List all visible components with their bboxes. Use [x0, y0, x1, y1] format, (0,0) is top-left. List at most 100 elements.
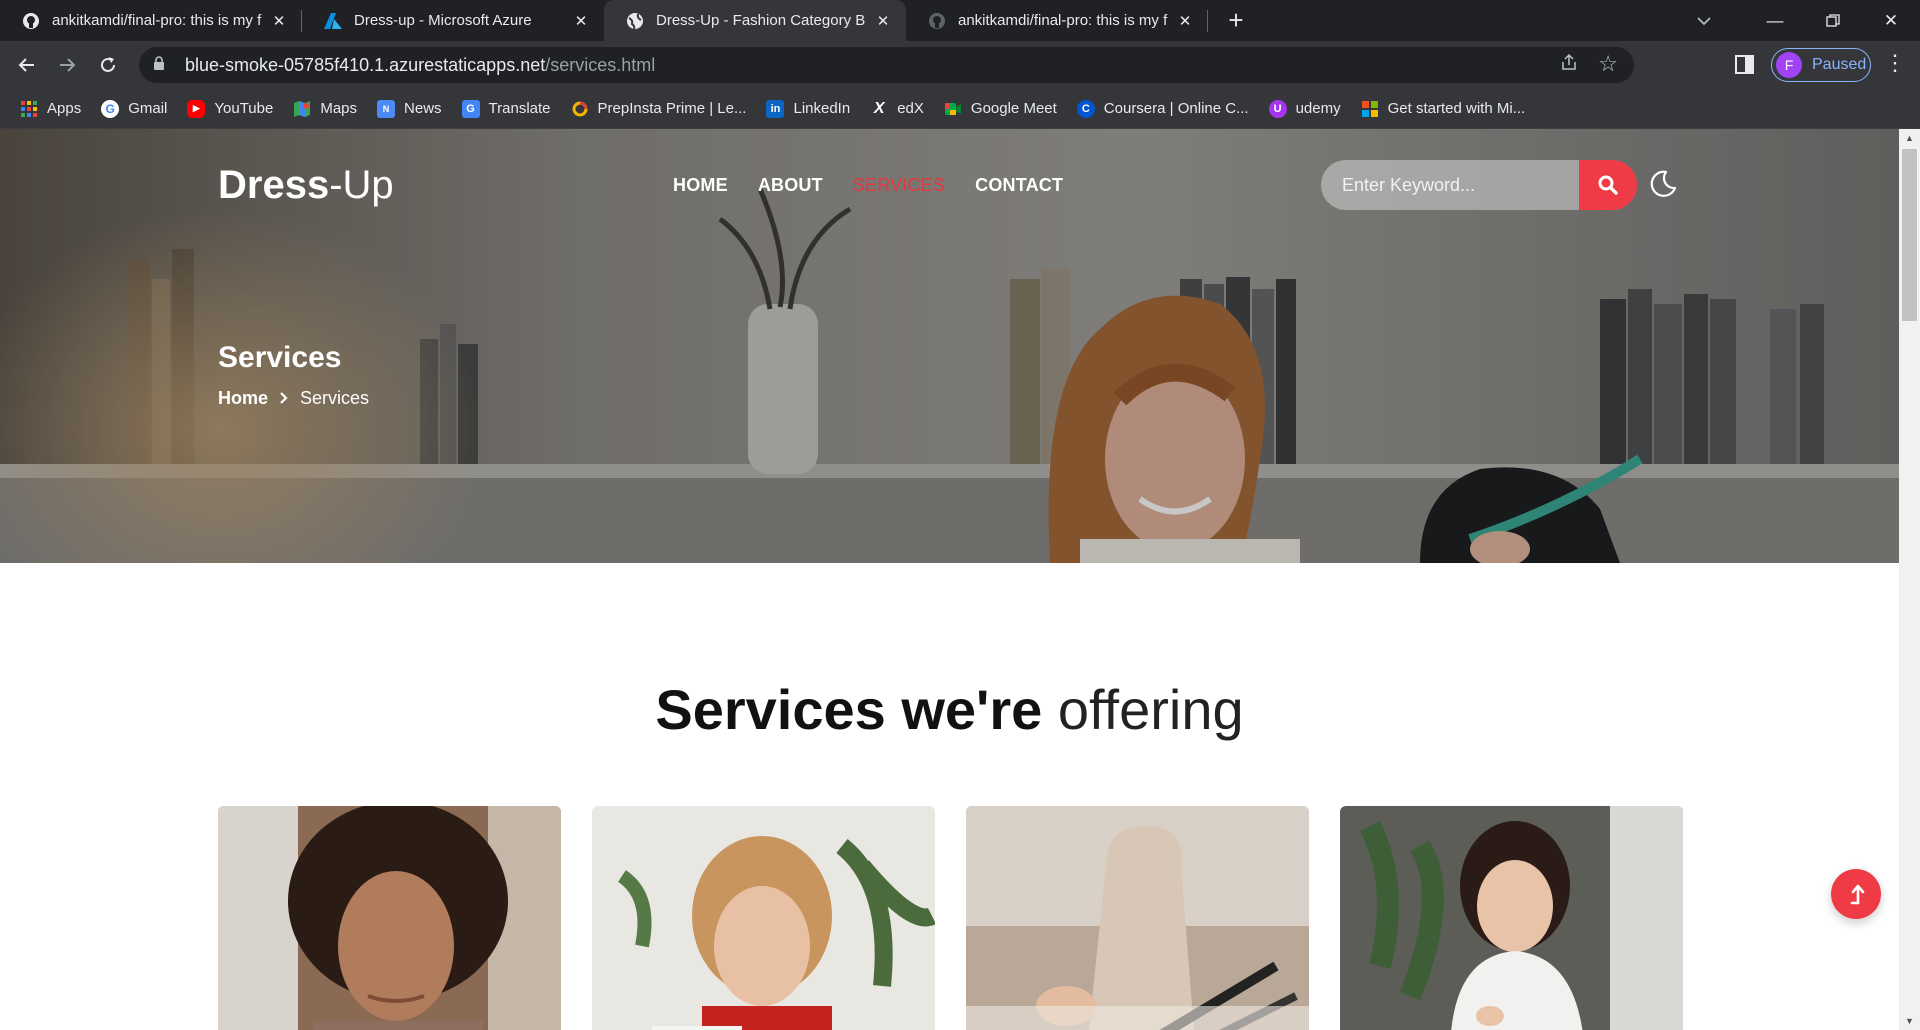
- scrollbar-thumb[interactable]: [1902, 149, 1917, 321]
- service-card-image: [218, 806, 561, 1030]
- bookmark-youtube[interactable]: ▶ YouTube: [187, 99, 274, 118]
- hero-banner: Dress-Up HOME ABOUT SERVICES CONTACT Ser…: [0, 129, 1899, 563]
- scroll-up-arrow-icon[interactable]: ▲: [1905, 133, 1914, 143]
- linkedin-icon: in: [766, 99, 785, 118]
- tab-title: ankitkamdi/final-pro: this is my fi: [52, 12, 262, 29]
- bookmark-label: News: [404, 100, 442, 117]
- bookmark-label: LinkedIn: [793, 100, 851, 117]
- azure-icon: [324, 12, 342, 30]
- browser-tab-active[interactable]: Dress-Up - Fashion Category Boo ✕: [604, 0, 906, 41]
- browser-tab-strip: ankitkamdi/final-pro: this is my fi ✕ Dr…: [0, 0, 1920, 41]
- profile-button[interactable]: F Paused: [1771, 48, 1871, 82]
- close-icon[interactable]: ✕: [572, 12, 590, 30]
- github-icon: [928, 12, 946, 30]
- microsoft-icon: [1361, 100, 1379, 118]
- bookmarks-bar: Apps G Gmail ▶ YouTube Maps N News G Tra…: [0, 89, 1920, 129]
- dark-mode-moon-icon[interactable]: [1648, 169, 1678, 199]
- forward-arrow-icon[interactable]: [50, 48, 84, 82]
- tab-title: Dress-up - Microsoft Azure: [354, 12, 532, 29]
- more-menu-icon[interactable]: ⋮: [1880, 50, 1910, 80]
- bookmark-label: edX: [897, 100, 924, 117]
- page-title: Services: [218, 341, 342, 374]
- tab-search-chevron-icon[interactable]: [1684, 0, 1724, 41]
- meet-icon: [944, 100, 962, 118]
- scroll-down-arrow-icon[interactable]: ▼: [1905, 1016, 1914, 1026]
- section-heading: Services we're offering: [655, 678, 1244, 741]
- services-card-list: [218, 806, 1714, 1030]
- chevron-right-icon: [280, 391, 288, 407]
- bookmark-maps[interactable]: Maps: [293, 100, 357, 118]
- bookmark-label: Apps: [47, 100, 82, 117]
- bookmark-google-meet[interactable]: Google Meet: [944, 100, 1057, 118]
- maps-icon: [293, 100, 311, 118]
- tab-title: ankitkamdi/final-pro: this is my fi: [958, 12, 1168, 29]
- close-icon[interactable]: ✕: [874, 12, 892, 30]
- bookmark-udemy[interactable]: U udemy: [1268, 99, 1341, 118]
- bookmark-edx[interactable]: X edX: [870, 100, 924, 118]
- address-bar[interactable]: blue-smoke-05785f410.1.azurestaticapps.n…: [139, 47, 1634, 83]
- share-icon[interactable]: [1560, 53, 1578, 76]
- restore-button[interactable]: [1804, 0, 1862, 41]
- search-input[interactable]: [1321, 160, 1579, 210]
- service-card[interactable]: [1340, 806, 1683, 1030]
- bookmark-prepinsta[interactable]: PrepInsta Prime | Le...: [571, 100, 747, 118]
- bookmark-translate[interactable]: G Translate: [461, 99, 551, 118]
- news-icon: N: [377, 99, 396, 118]
- nav-services[interactable]: SERVICES: [853, 175, 945, 196]
- close-icon[interactable]: ✕: [270, 12, 288, 30]
- bookmark-gmail[interactable]: G Gmail: [101, 99, 167, 118]
- google-icon: G: [101, 99, 120, 118]
- bookmark-label: Get started with Mi...: [1387, 100, 1526, 117]
- breadcrumb-home-link[interactable]: Home: [218, 388, 268, 409]
- url-text[interactable]: blue-smoke-05785f410.1.azurestaticapps.n…: [185, 55, 655, 76]
- nav-home[interactable]: HOME: [673, 175, 728, 196]
- translate-icon: G: [461, 99, 480, 118]
- reload-icon[interactable]: [91, 48, 125, 82]
- nav-contact[interactable]: CONTACT: [975, 175, 1063, 196]
- tab-title: Dress-Up - Fashion Category Boo: [656, 12, 866, 29]
- browser-tab[interactable]: Dress-up - Microsoft Azure ✕: [302, 0, 604, 41]
- site-logo[interactable]: Dress-Up: [218, 163, 394, 208]
- github-icon: [22, 12, 40, 30]
- close-window-button[interactable]: ✕: [1862, 0, 1920, 41]
- minimize-button[interactable]: —: [1746, 0, 1804, 41]
- breadcrumb-current: Services: [300, 388, 370, 408]
- bookmark-label: Coursera | Online C...: [1103, 100, 1249, 117]
- back-arrow-icon[interactable]: [10, 48, 44, 82]
- udemy-icon: U: [1268, 99, 1287, 118]
- service-card[interactable]: [592, 806, 935, 1030]
- browser-tab[interactable]: ankitkamdi/final-pro: this is my fi ✕: [0, 0, 302, 41]
- bookmark-microsoft[interactable]: Get started with Mi...: [1361, 100, 1526, 118]
- nav-about[interactable]: ABOUT: [758, 175, 823, 196]
- bookmark-label: YouTube: [214, 100, 274, 117]
- apps-grid-icon: [20, 100, 38, 118]
- service-card[interactable]: [966, 806, 1309, 1030]
- bookmark-label: PrepInsta Prime | Le...: [597, 100, 747, 117]
- bookmark-apps[interactable]: Apps: [20, 100, 81, 118]
- back-to-top-button[interactable]: [1831, 869, 1881, 919]
- page-scrollbar[interactable]: ▲ ▼: [1899, 129, 1920, 1030]
- bookmark-linkedin[interactable]: in LinkedIn: [766, 99, 851, 118]
- service-card[interactable]: [218, 806, 561, 1030]
- browser-tab[interactable]: ankitkamdi/final-pro: this is my fi ✕: [906, 0, 1208, 41]
- main-nav: HOME ABOUT SERVICES CONTACT: [673, 175, 1093, 196]
- edx-icon: X: [873, 99, 885, 117]
- lock-icon[interactable]: [153, 56, 173, 74]
- search-icon: [1598, 175, 1618, 195]
- profile-status: Paused: [1812, 56, 1867, 73]
- side-panel-icon[interactable]: [1735, 54, 1755, 76]
- avatar: F: [1776, 52, 1802, 78]
- search-button[interactable]: [1579, 160, 1637, 210]
- site-search: [1321, 160, 1637, 210]
- breadcrumb: Home Services: [218, 388, 369, 409]
- globe-icon: [626, 12, 644, 30]
- bookmark-news[interactable]: N News: [377, 99, 442, 118]
- browser-toolbar: blue-smoke-05785f410.1.azurestaticapps.n…: [0, 41, 1920, 89]
- close-icon[interactable]: ✕: [1176, 12, 1194, 30]
- bookmark-star-icon[interactable]: ☆: [1598, 51, 1618, 77]
- bookmark-coursera[interactable]: C Coursera | Online C...: [1076, 99, 1249, 118]
- bookmark-label: Maps: [320, 100, 358, 117]
- new-tab-button[interactable]: +: [1216, 0, 1256, 41]
- page-viewport: Dress-Up HOME ABOUT SERVICES CONTACT Ser…: [0, 129, 1920, 1030]
- arrow-up-icon: [1850, 884, 1865, 905]
